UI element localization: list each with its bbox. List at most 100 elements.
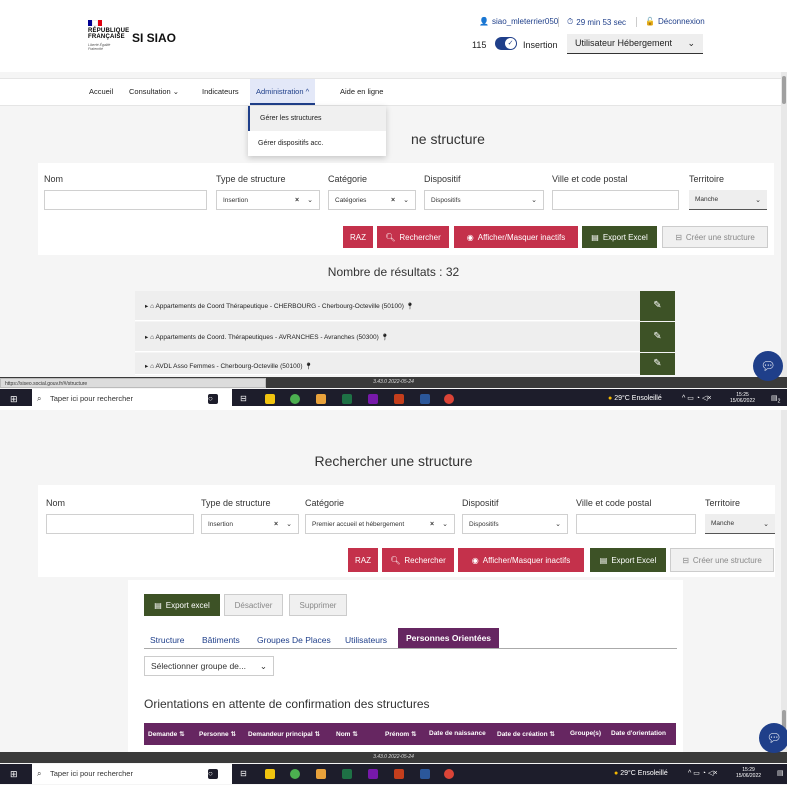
tab-utilisateurs[interactable]: Utilisateurs bbox=[345, 635, 387, 645]
clear-icon[interactable]: × bbox=[274, 521, 278, 528]
widgets-icon[interactable]: ⊟ bbox=[240, 394, 250, 404]
word-icon[interactable] bbox=[420, 394, 430, 404]
onenote-icon[interactable] bbox=[368, 769, 378, 779]
taskbar-search[interactable]: ⌕ Taper ici pour rechercher bbox=[32, 764, 232, 784]
export-excel-button[interactable]: ▤ Export Excel bbox=[590, 548, 666, 572]
tab-personnes-orientees[interactable]: Personnes Orientées bbox=[398, 628, 500, 648]
chat-button[interactable]: 💬︎ bbox=[753, 351, 783, 381]
col-nom[interactable]: Nom ⇅ bbox=[336, 730, 358, 738]
widgets-icon[interactable]: ⊟ bbox=[240, 769, 250, 779]
tab-groupes[interactable]: Groupes De Places bbox=[257, 635, 331, 645]
create-structure-button[interactable]: ⊟ Créer une structure bbox=[662, 226, 768, 248]
powerpoint-icon[interactable] bbox=[394, 769, 404, 779]
map-pin-icon[interactable]: 📍︎ bbox=[381, 334, 389, 341]
detail-export-button[interactable]: ▤ Export excel bbox=[144, 594, 220, 616]
powerpoint-icon[interactable] bbox=[394, 394, 404, 404]
col-groupes[interactable]: Groupe(s) bbox=[570, 730, 601, 737]
page-scrollbar[interactable] bbox=[781, 72, 787, 378]
map-pin-icon[interactable]: 📍︎ bbox=[304, 363, 312, 370]
chat-button[interactable]: 💬︎ bbox=[759, 723, 787, 753]
categorie-select[interactable]: Premier accueil et hébergement × ⌄ bbox=[305, 514, 455, 534]
menu-gerer-dispositifs[interactable]: Gérer dispositifs acc. bbox=[248, 131, 386, 156]
pencil-icon: ✎ bbox=[653, 331, 662, 342]
clear-icon[interactable]: × bbox=[295, 197, 299, 204]
edit-button[interactable]: ✎ bbox=[640, 322, 675, 352]
type-select[interactable]: Insertion × ⌄ bbox=[216, 190, 320, 210]
sun-icon: ● bbox=[608, 395, 613, 402]
export-excel-button[interactable]: ▤ Export Excel bbox=[582, 226, 657, 248]
page-scrollbar[interactable] bbox=[781, 410, 787, 752]
taskbar-clock[interactable]: 15:29 15/06/2022 bbox=[736, 767, 761, 779]
windows-start-icon[interactable]: ⊞ bbox=[10, 769, 20, 779]
toggle-inactive-button[interactable]: ◉ Afficher/Masquer inactifs bbox=[454, 226, 578, 248]
col-demande[interactable]: Demande ⇅ bbox=[148, 730, 185, 738]
excel-icon[interactable] bbox=[342, 394, 352, 404]
nav-consultation[interactable]: Consultation ⌄ bbox=[123, 79, 185, 105]
menu-gerer-structures[interactable]: Gérer les structures bbox=[248, 106, 386, 131]
col-date-orientation[interactable]: Date d'orientation bbox=[611, 730, 666, 737]
result-row[interactable]: ▸ ⌂ Appartements de Coord Thérapeutique … bbox=[135, 291, 675, 321]
nav-indicateurs[interactable]: Indicateurs bbox=[196, 79, 245, 105]
group-select[interactable]: Sélectionner groupe de... ⌄ bbox=[144, 656, 274, 676]
col-creation[interactable]: Date de création ⇅ bbox=[497, 730, 555, 738]
categorie-select[interactable]: Catégories × ⌄ bbox=[328, 190, 416, 210]
dispositif-select[interactable]: Dispositifs ⌄ bbox=[462, 514, 568, 534]
nav-accueil[interactable]: Accueil bbox=[83, 79, 119, 105]
insertion-toggle[interactable]: ✓ bbox=[495, 37, 517, 50]
onenote-icon[interactable] bbox=[368, 394, 378, 404]
file-explorer-icon[interactable] bbox=[265, 394, 275, 404]
search-button[interactable]: 🔍︎ Rechercher bbox=[382, 548, 454, 572]
system-tray-icons[interactable]: ^ ▭ ◔ ◁× bbox=[688, 764, 717, 784]
chrome-icon[interactable] bbox=[290, 769, 300, 779]
weather-widget[interactable]: ● 29°C Ensoleillé bbox=[614, 764, 668, 784]
nav-aide[interactable]: Aide en ligne bbox=[334, 79, 389, 105]
clear-icon[interactable]: × bbox=[430, 521, 434, 528]
result-row[interactable]: ▸ ⌂ AVDL Asso Femmes - Cherbourg-Octevil… bbox=[135, 353, 675, 375]
notifications-icon[interactable]: ▤ bbox=[777, 764, 784, 784]
user-link[interactable]: 👤 siao_mleterrier050 bbox=[479, 17, 558, 26]
col-naissance[interactable]: Date de naissance bbox=[429, 730, 486, 737]
mail-icon[interactable] bbox=[316, 394, 326, 404]
col-personne[interactable]: Personne ⇅ bbox=[199, 730, 236, 738]
toggle-inactive-button[interactable]: ◉ Afficher/Masquer inactifs bbox=[458, 548, 584, 572]
ville-input[interactable] bbox=[576, 514, 696, 534]
file-explorer-icon[interactable] bbox=[265, 769, 275, 779]
delete-button[interactable]: Supprimer bbox=[289, 594, 347, 616]
result-row[interactable]: ▸ ⌂ Appartements de Coord. Thérapeutique… bbox=[135, 322, 675, 352]
deactivate-button[interactable]: Désactiver bbox=[224, 594, 283, 616]
windows-start-icon[interactable]: ⊞ bbox=[10, 394, 20, 404]
tab-batiments[interactable]: Bâtiments bbox=[202, 635, 240, 645]
edit-button[interactable]: ✎ bbox=[640, 353, 675, 375]
edit-button[interactable]: ✎ bbox=[640, 291, 675, 321]
map-pin-icon[interactable]: 📍︎ bbox=[406, 303, 414, 310]
task-view-icon[interactable]: ○ bbox=[208, 769, 218, 779]
territoire-select[interactable]: Manche ⌄ bbox=[689, 190, 767, 210]
raz-button[interactable]: RAZ bbox=[343, 226, 373, 248]
col-demandeur[interactable]: Demandeur principal ⇅ bbox=[248, 730, 320, 738]
clear-icon[interactable]: × bbox=[391, 197, 395, 204]
type-select[interactable]: Insertion × ⌄ bbox=[201, 514, 299, 534]
tab-structure[interactable]: Structure bbox=[150, 635, 185, 645]
word-icon[interactable] bbox=[420, 769, 430, 779]
chevron-down-icon: ⌄ bbox=[403, 197, 409, 204]
pencil-icon: ✎ bbox=[653, 300, 662, 311]
search-button[interactable]: 🔍︎ Rechercher bbox=[377, 226, 449, 248]
logout-link[interactable]: 🔓 Déconnexion bbox=[645, 17, 705, 26]
chrome-active-icon[interactable] bbox=[444, 769, 454, 779]
raz-button[interactable]: RAZ bbox=[348, 548, 378, 572]
task-view-icon[interactable]: ○ bbox=[208, 394, 218, 404]
create-structure-button[interactable]: ⊟ Créer une structure bbox=[670, 548, 774, 572]
nom-input[interactable] bbox=[44, 190, 207, 210]
chrome-active-icon[interactable] bbox=[444, 394, 454, 404]
chrome-icon[interactable] bbox=[290, 394, 300, 404]
col-prenom[interactable]: Prénom ⇅ bbox=[385, 730, 416, 738]
ville-input[interactable] bbox=[552, 190, 679, 210]
role-select[interactable]: Utilisateur Hébergement ⌄ bbox=[567, 34, 703, 54]
excel-icon[interactable] bbox=[342, 769, 352, 779]
territoire-select[interactable]: Manche ⌄ bbox=[705, 514, 775, 534]
taskbar-clock[interactable]: 15:25 15/06/2022 bbox=[730, 392, 755, 404]
dispositif-select[interactable]: Dispositifs ⌄ bbox=[424, 190, 544, 210]
nom-input[interactable] bbox=[46, 514, 194, 534]
nav-administration[interactable]: Administration ^ bbox=[250, 79, 316, 105]
mail-icon[interactable] bbox=[316, 769, 326, 779]
